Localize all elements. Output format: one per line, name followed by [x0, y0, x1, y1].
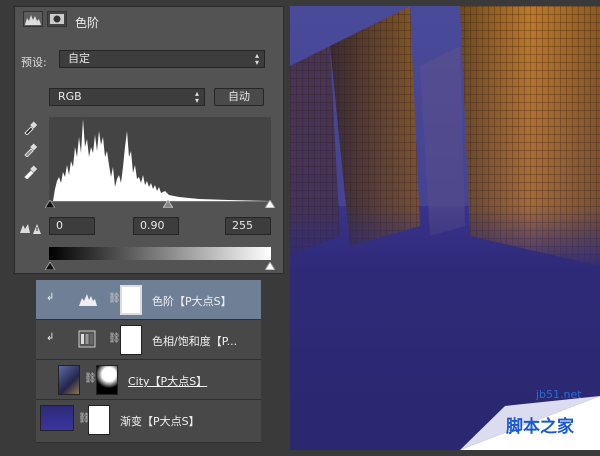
layer-mask-thumbnail[interactable] — [120, 285, 142, 315]
panel-title: 色阶 — [75, 16, 100, 30]
clipping-warning-icon[interactable] — [19, 221, 41, 235]
input-black-field[interactable]: 0 — [49, 217, 95, 235]
city-image-thumbnail[interactable] — [58, 365, 80, 395]
watermark-site: jb51.net — [536, 388, 582, 401]
layer-name: City【P大点S】 — [128, 375, 208, 388]
updown-arrow-icon: ▴ ▾ — [194, 89, 199, 105]
input-slider-track — [49, 201, 271, 202]
black-point-slider[interactable] — [45, 200, 55, 208]
white-eyedropper-icon[interactable] — [23, 165, 37, 179]
mask-icon[interactable] — [47, 11, 67, 27]
preset-value: 自定 — [68, 52, 90, 65]
channel-select[interactable]: RGB ▴ ▾ — [49, 88, 205, 106]
levels-properties-panel: 色阶 预设: 自定 ▴ ▾ RGB ▴ ▾ 自动 0 0.90 255 — [14, 6, 284, 274]
canvas-image: jb51.net 脚本之家 — [290, 6, 600, 450]
output-white-slider[interactable] — [265, 262, 275, 270]
layer-row-gradient[interactable]: ⛓ 渐变【P大点S】 — [36, 400, 261, 443]
layer-mask-thumbnail[interactable] — [120, 325, 142, 355]
output-black-slider[interactable] — [45, 262, 55, 270]
gamma-slider[interactable] — [163, 200, 173, 208]
channel-value: RGB — [58, 90, 82, 103]
layer-name: 色相/饱和度【P... — [152, 335, 238, 348]
histogram — [49, 117, 271, 201]
layer-row-hue-saturation[interactable]: ↲ ⛓ 色相/饱和度【P... — [36, 320, 261, 360]
white-point-slider[interactable] — [265, 200, 275, 208]
levels-adjustment-icon[interactable] — [23, 11, 43, 27]
layer-row-city[interactable]: ⛓ City【P大点S】 — [36, 360, 261, 400]
input-white-field[interactable]: 255 — [225, 217, 271, 235]
updown-arrow-icon: ▴ ▾ — [254, 51, 259, 67]
preset-label: 预设: — [21, 56, 47, 69]
link-chain-icon[interactable]: ⛓ — [108, 293, 121, 304]
preset-select[interactable]: 自定 ▴ ▾ — [59, 50, 265, 68]
layer-name: 色阶【P大点S】 — [152, 295, 232, 308]
auto-button[interactable]: 自动 — [214, 88, 264, 106]
hue-saturation-icon — [78, 330, 96, 348]
output-gradient-bar — [49, 247, 271, 260]
input-gamma-field[interactable]: 0.90 — [133, 217, 179, 235]
levels-adjustment-icon — [79, 294, 97, 306]
layers-panel: ↲ ⛓ 色阶【P大点S】 ↲ ⛓ 色相/饱和度【P... ⛓ City【P大点S… — [36, 280, 261, 443]
layer-mask-thumbnail[interactable] — [96, 365, 118, 395]
watermark-text: 脚本之家 — [506, 417, 574, 437]
gray-eyedropper-icon[interactable] — [23, 143, 37, 157]
layer-name: 渐变【P大点S】 — [120, 415, 200, 428]
clip-arrow-icon: ↲ — [46, 332, 55, 343]
layer-row-levels[interactable]: ↲ ⛓ 色阶【P大点S】 — [36, 280, 261, 320]
layer-mask-thumbnail[interactable] — [88, 405, 110, 435]
link-chain-icon[interactable]: ⛓ — [108, 333, 121, 344]
black-eyedropper-icon[interactable] — [23, 121, 37, 135]
link-chain-icon[interactable]: ⛓ — [84, 373, 97, 384]
city-skyline-image — [290, 6, 600, 450]
gradient-fill-thumbnail[interactable] — [40, 405, 74, 431]
clip-arrow-icon: ↲ — [46, 292, 55, 303]
